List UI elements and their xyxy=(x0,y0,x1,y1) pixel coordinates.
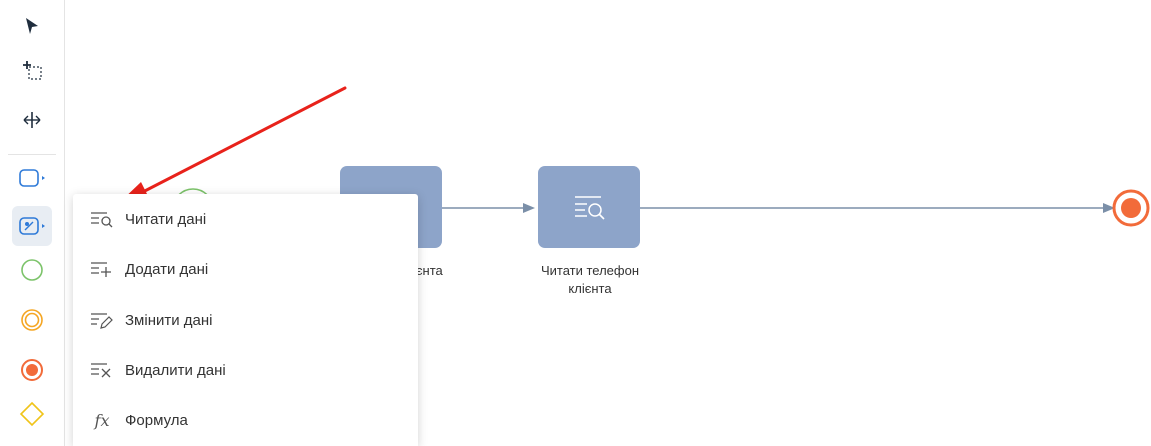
formula-icon: fx xyxy=(94,410,110,430)
intermediate-event-icon xyxy=(21,309,43,331)
annotation-arrow xyxy=(117,86,347,205)
toolbar-divider xyxy=(8,154,56,155)
menu-item-label: Формула xyxy=(125,411,188,429)
lasso-select-icon xyxy=(23,61,42,80)
menu-item-label: Змінити дані xyxy=(125,311,213,329)
data-task-tool-button[interactable] xyxy=(12,206,52,246)
pointer-tool-button[interactable] xyxy=(12,6,52,46)
task-label: Читати телефон клієнта xyxy=(515,262,665,298)
gateway-icon xyxy=(19,401,45,427)
end-event-tool-button[interactable] xyxy=(12,350,52,390)
add-data-icon xyxy=(91,262,111,277)
pointer-icon xyxy=(26,18,38,34)
task-label-line1: Читати телефон xyxy=(540,263,640,278)
read-data-icon xyxy=(91,212,113,228)
task-tool-button[interactable] xyxy=(12,158,52,198)
task-read-client-phone[interactable] xyxy=(538,166,640,248)
menu-item-read-data[interactable]: Читати дані xyxy=(73,194,418,244)
menu-item-label: Додати дані xyxy=(125,260,209,278)
space-tool-icon xyxy=(23,112,41,128)
task-shape-icon xyxy=(19,169,45,187)
lasso-tool-button[interactable] xyxy=(12,50,52,90)
menu-item-label: Читати дані xyxy=(125,210,207,228)
delete-data-icon xyxy=(91,363,111,378)
data-task-icon xyxy=(19,217,45,235)
start-event-icon xyxy=(21,259,43,281)
sequence-flow-arrowhead xyxy=(523,203,535,213)
menu-item-edit-data[interactable]: Змінити дані xyxy=(73,295,418,345)
menu-item-label: Видалити дані xyxy=(125,361,226,379)
edit-data-icon xyxy=(91,313,113,329)
gateway-tool-button[interactable] xyxy=(12,394,52,434)
intermediate-event-tool-button[interactable] xyxy=(12,300,52,340)
space-tool-button[interactable] xyxy=(12,100,52,140)
data-operation-menu: Читати дані Додати дані Змінити дані Вид… xyxy=(73,194,418,446)
start-event-tool-button[interactable] xyxy=(12,250,52,290)
read-data-icon xyxy=(575,196,605,220)
menu-item-formula[interactable]: fx Формула xyxy=(73,395,418,445)
element-toolbar xyxy=(0,0,65,446)
task-label-line2: клієнта xyxy=(568,281,612,296)
end-event-icon xyxy=(21,359,43,381)
end-event[interactable] xyxy=(1112,189,1150,227)
menu-item-delete-data[interactable]: Видалити дані xyxy=(73,345,418,395)
menu-item-add-data[interactable]: Додати дані xyxy=(73,244,418,294)
